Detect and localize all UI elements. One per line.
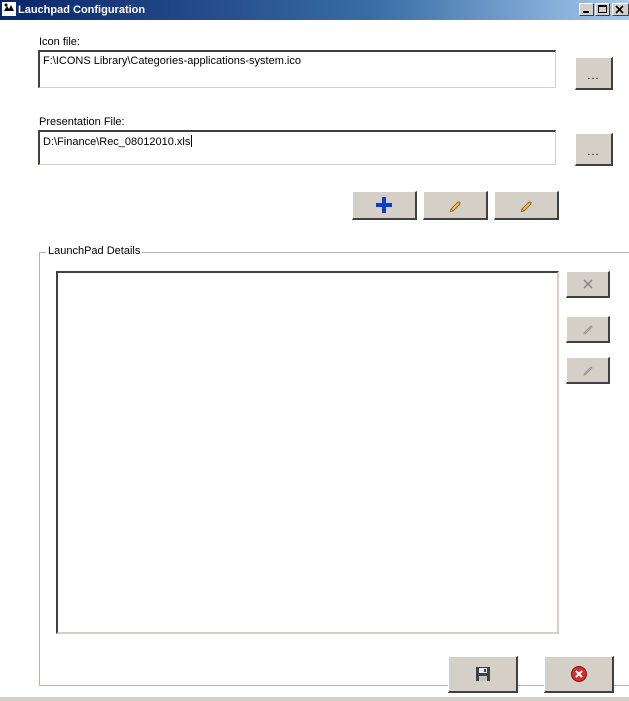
pencil-icon (520, 201, 532, 213)
cancel-button[interactable] (544, 656, 614, 693)
presentation-file-label: Presentation File: (39, 116, 125, 128)
text-caret (191, 135, 193, 147)
delete-item-button[interactable] (566, 271, 610, 298)
icon-file-browse-label: ... (587, 70, 600, 82)
app-icon (2, 2, 16, 16)
maximize-icon (598, 5, 607, 13)
save-button[interactable] (448, 656, 518, 693)
edit-item-button[interactable] (566, 316, 610, 343)
close-icon (615, 5, 624, 14)
window-title: Lauchpad Configuration (18, 4, 146, 16)
launchpad-details-title: LaunchPad Details (46, 245, 143, 257)
icon-file-browse-button[interactable]: ... (575, 57, 613, 90)
icon-file-value: F:\ICONS Library\Categories-applications… (43, 55, 301, 67)
pencil-icon (582, 325, 593, 335)
minimize-button[interactable] (579, 3, 594, 16)
presentation-file-input[interactable]: D:\Finance\Rec_08012010.xls (38, 130, 556, 165)
close-button[interactable] (612, 3, 629, 16)
edit-item-alt-button[interactable] (566, 357, 610, 384)
presentation-file-value: D:\Finance\Rec_08012010.xls (43, 136, 191, 148)
maximize-button[interactable] (595, 3, 610, 16)
pencil-icon (582, 366, 593, 376)
plus-icon (376, 197, 392, 213)
icon-file-label: Icon file: (39, 36, 80, 48)
pencil-icon (449, 201, 461, 213)
presentation-file-browse-button[interactable]: ... (575, 133, 613, 166)
edit-button[interactable] (423, 191, 488, 220)
title-bar[interactable]: Lauchpad Configuration (0, 0, 629, 20)
edit-alt-button[interactable] (494, 191, 559, 220)
x-icon (583, 279, 592, 289)
icon-file-input[interactable]: F:\ICONS Library\Categories-applications… (38, 50, 556, 88)
presentation-file-browse-label: ... (587, 146, 600, 158)
window-bottom-border (0, 697, 629, 701)
cancel-circle-icon (570, 666, 587, 682)
minimize-icon (583, 11, 589, 13)
launchpad-configuration-window: Lauchpad Configuration Icon file: F:\ICO… (0, 0, 629, 701)
add-button[interactable] (352, 191, 417, 220)
launchpad-details-list[interactable] (56, 271, 559, 634)
floppy-disk-icon (475, 667, 490, 681)
